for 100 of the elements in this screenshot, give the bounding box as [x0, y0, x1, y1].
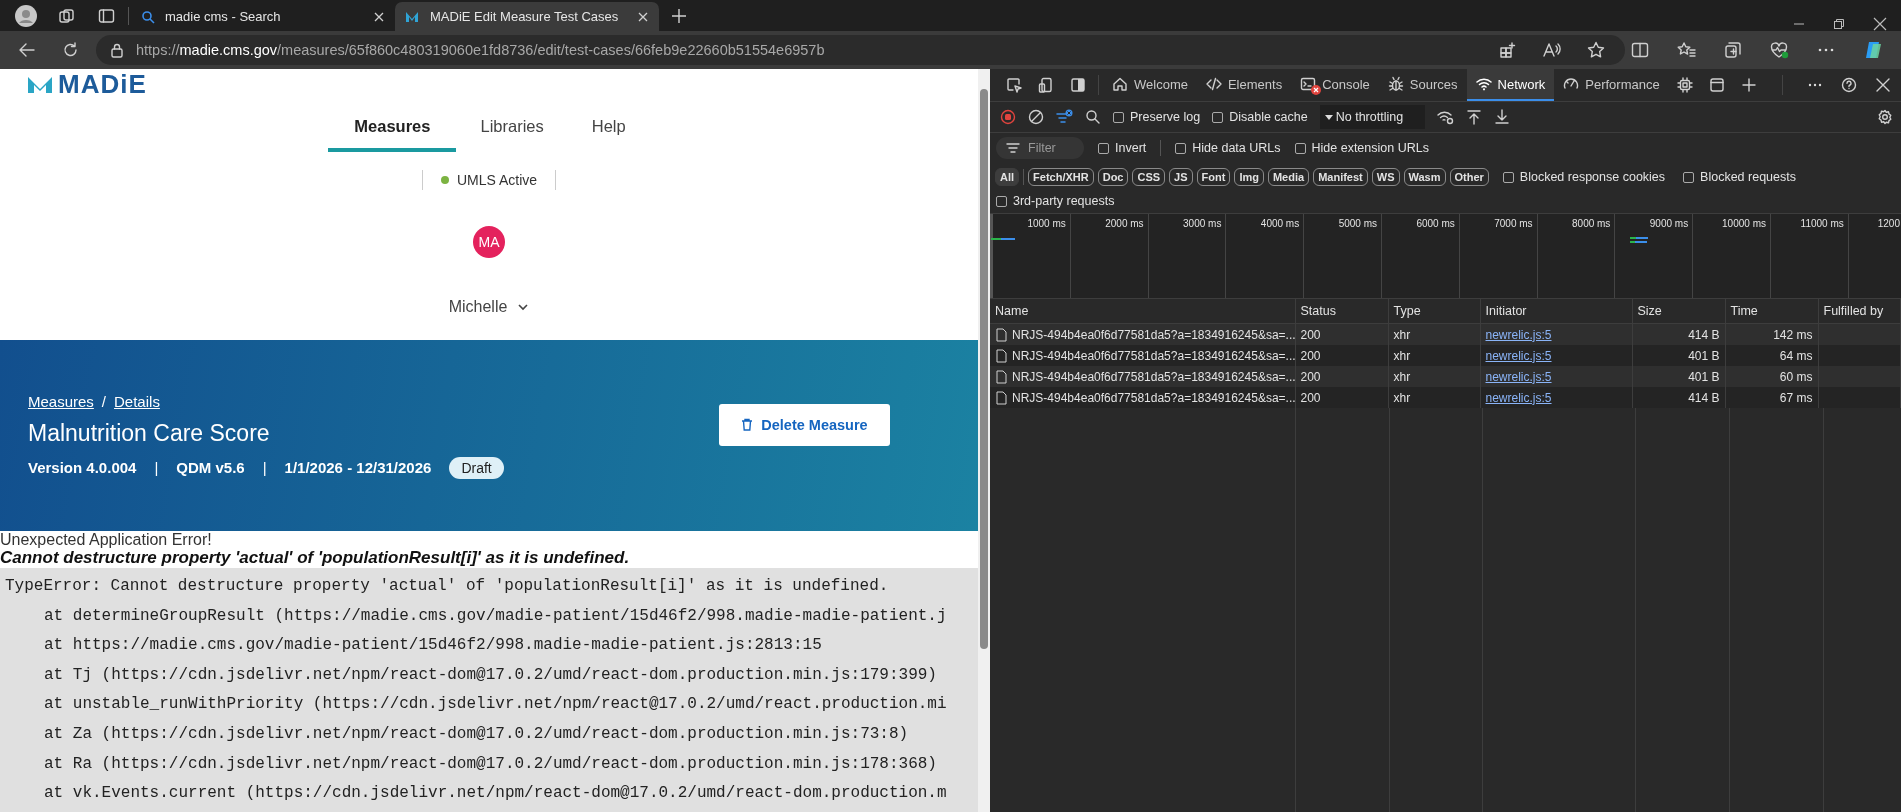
- add-icon[interactable]: [1740, 77, 1757, 93]
- type-filter-chip[interactable]: Doc: [1097, 168, 1129, 186]
- network-conditions-icon[interactable]: [1437, 109, 1455, 125]
- collections-icon[interactable]: [1724, 41, 1742, 59]
- tick-label: 6000 ms: [1416, 218, 1455, 229]
- type-filter-chip[interactable]: Manifest: [1313, 168, 1368, 186]
- breadcrumb-link[interactable]: Measures: [28, 392, 94, 410]
- throttling-dropdown[interactable]: No throttling: [1319, 105, 1426, 129]
- breadcrumb-link[interactable]: Details: [114, 392, 160, 410]
- dock-icon[interactable]: [1070, 77, 1086, 93]
- checkbox[interactable]: [1175, 142, 1187, 154]
- nav-tab[interactable]: Measures: [328, 109, 457, 152]
- checkbox[interactable]: [1113, 111, 1124, 123]
- checkbox[interactable]: [1294, 142, 1306, 154]
- panel-tab[interactable]: Console: [1291, 69, 1379, 101]
- type-filter-chip[interactable]: Font: [1196, 168, 1231, 186]
- user-menu[interactable]: Michelle: [448, 298, 530, 316]
- tick-label: 4000 ms: [1260, 218, 1300, 229]
- type-filter-chip[interactable]: Fetch/XHR: [1028, 168, 1094, 186]
- column-header[interactable]: Status: [1295, 299, 1388, 324]
- close-icon[interactable]: [637, 10, 649, 23]
- workspaces-icon[interactable]: [57, 7, 75, 24]
- column-header[interactable]: Size: [1632, 299, 1725, 324]
- table-cell: 200: [1295, 366, 1388, 387]
- column-header[interactable]: Time: [1725, 299, 1818, 324]
- delete-button[interactable]: Delete Measure: [719, 403, 890, 446]
- checkbox[interactable]: [996, 195, 1007, 207]
- table-cell: 67 ms: [1725, 387, 1818, 408]
- close-icon[interactable]: [1875, 77, 1891, 93]
- back-icon[interactable]: [18, 41, 36, 59]
- window-icon[interactable]: [1708, 77, 1725, 93]
- checkbox[interactable]: [1502, 171, 1514, 183]
- stack-line: at Za (https://cdn.jsdelivr.net/npm/react-dom@17.0.2/umd/react-dom.production.min.js:73:8): [43, 723, 910, 745]
- panel-tab[interactable]: Performance: [1554, 69, 1669, 101]
- copilot-icon[interactable]: [1863, 40, 1883, 60]
- avatar[interactable]: MA: [473, 226, 505, 258]
- clear-icon[interactable]: [1028, 109, 1044, 125]
- table-cell: NRJS-494b4ea0f6d77581da5?a=1834916245&sa=...: [1012, 327, 1296, 342]
- table-cell: xhr: [1388, 345, 1480, 366]
- checkbox[interactable]: [1683, 171, 1695, 183]
- close-icon[interactable]: [1873, 17, 1887, 31]
- lock-icon: [110, 42, 124, 58]
- panel-tab[interactable]: Network: [1466, 69, 1555, 101]
- type-filter-chip[interactable]: CSS: [1132, 168, 1166, 186]
- table-cell: 60 ms: [1725, 366, 1818, 387]
- column-header[interactable]: Fulfilled by: [1818, 299, 1901, 324]
- table-cell: 401 B: [1632, 345, 1725, 366]
- close-icon[interactable]: [373, 10, 385, 23]
- checkbox[interactable]: [1098, 142, 1109, 154]
- filter-icon[interactable]: [1056, 109, 1073, 125]
- settings-icon[interactable]: [1877, 109, 1893, 125]
- new-tab-icon[interactable]: [671, 7, 687, 24]
- panel-tab[interactable]: Elements: [1196, 69, 1292, 101]
- inspect-icon[interactable]: [1006, 77, 1022, 93]
- panel-tab[interactable]: Welcome: [1103, 69, 1197, 101]
- checkbox-label: Blocked response cookies: [1519, 170, 1666, 184]
- type-filter-chip[interactable]: Img: [1234, 168, 1264, 186]
- stack-line: at unstable_runWithPriority (https://cdn.jsdelivr.net/npm/react@17.0.2/umd/react.production.mi: [43, 694, 948, 716]
- nav-tab[interactable]: Libraries: [456, 109, 568, 152]
- filter-icon: [1006, 141, 1020, 155]
- filter-field[interactable]: Filter: [996, 137, 1084, 159]
- search-icon[interactable]: [1085, 109, 1101, 125]
- read-aloud-icon[interactable]: [1543, 41, 1561, 59]
- column-header[interactable]: Name: [990, 299, 1295, 324]
- add-app-icon[interactable]: [1499, 41, 1517, 59]
- refresh-icon[interactable]: [62, 41, 80, 59]
- profile-icon[interactable]: [15, 4, 37, 27]
- file-icon: [995, 348, 1008, 363]
- panel-tab[interactable]: Sources: [1378, 69, 1467, 101]
- help-icon[interactable]: [1841, 77, 1857, 93]
- search-icon: [141, 9, 155, 24]
- column-header[interactable]: Initiator: [1480, 299, 1632, 324]
- chip-icon[interactable]: [1676, 77, 1693, 93]
- type-filter-chip[interactable]: All: [995, 168, 1020, 186]
- favorites-icon[interactable]: [1677, 41, 1696, 59]
- browser-tab[interactable]: MADiE Edit Measure Test Cases: [395, 2, 659, 31]
- scrollbar[interactable]: [978, 69, 990, 812]
- browser-tab[interactable]: madie cms - Search: [131, 2, 395, 31]
- download-icon[interactable]: [1494, 109, 1511, 125]
- address-bar[interactable]: https://madie.cms.gov/measures/65f860c480319060e1fd8736/edit/test-cases/66feb9e22660b51554e6957b: [96, 35, 1625, 65]
- vertical-tabs-icon[interactable]: [97, 7, 115, 24]
- device-icon[interactable]: [1038, 77, 1054, 93]
- record-icon[interactable]: [1000, 109, 1016, 125]
- table-cell: NRJS-494b4ea0f6d77581da5?a=1834916245&sa=...: [1012, 369, 1296, 384]
- restore-icon[interactable]: [1833, 18, 1845, 30]
- upload-icon[interactable]: [1466, 109, 1483, 125]
- star-icon[interactable]: [1587, 41, 1605, 59]
- type-filter-chip[interactable]: Wasm: [1403, 168, 1446, 186]
- type-filter-chip[interactable]: Other: [1449, 168, 1489, 186]
- type-filter-chip[interactable]: JS: [1169, 168, 1193, 186]
- type-filter-chip[interactable]: Media: [1267, 168, 1310, 186]
- checkbox-label: Blocked requests: [1700, 170, 1796, 184]
- tick-label: 1200: [1877, 218, 1900, 229]
- column-header[interactable]: Type: [1388, 299, 1480, 324]
- type-filter-chip[interactable]: WS: [1371, 168, 1400, 186]
- nav-tab[interactable]: Help: [567, 109, 650, 152]
- file-icon: [995, 327, 1008, 342]
- split-screen-icon[interactable]: [1631, 41, 1649, 59]
- checkbox[interactable]: [1212, 111, 1224, 123]
- heart-icon[interactable]: [1770, 41, 1789, 59]
